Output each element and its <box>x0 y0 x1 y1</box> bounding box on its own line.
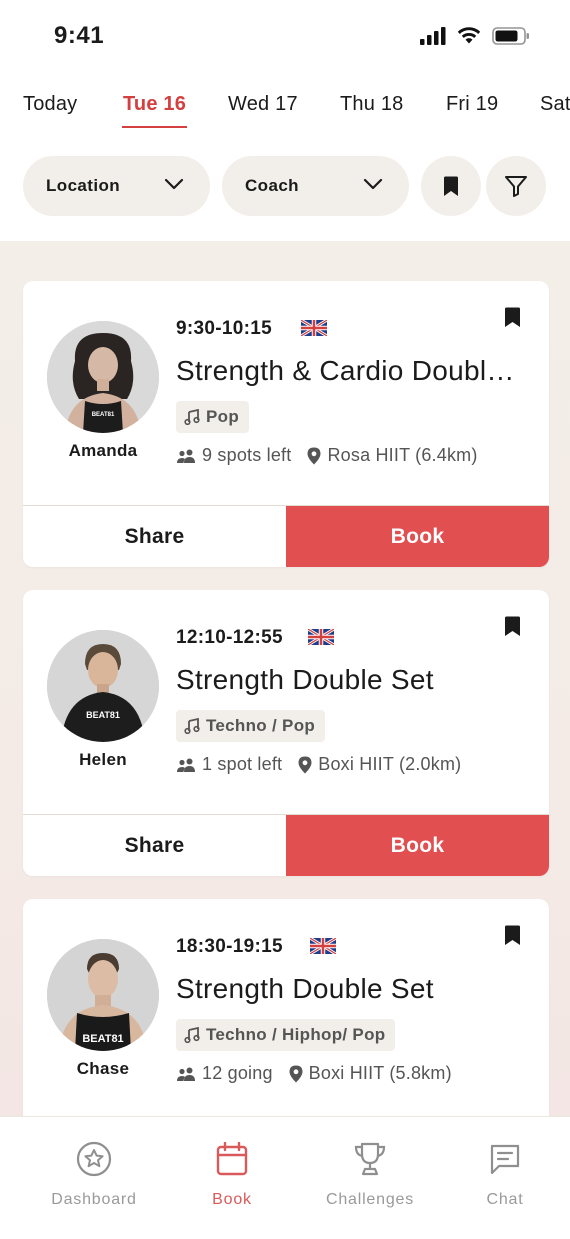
coach-avatar: BEAT81 <box>47 939 159 1051</box>
date-tab-tue-16[interactable]: Tue 16 <box>121 93 188 128</box>
tab-label: Challenges <box>325 1191 415 1208</box>
bookmark-icon[interactable] <box>504 307 521 328</box>
date-tabs: Today Tue 16 Wed 17 Thu 18 Fri 19 Sat <box>0 84 570 134</box>
spots-left: 9 spots left <box>202 445 292 465</box>
tab-chat[interactable]: Chat <box>472 1117 538 1239</box>
location-pin-icon <box>307 447 321 465</box>
location-filter-label: Location <box>46 176 121 195</box>
chat-icon <box>489 1139 521 1179</box>
class-time: 18:30-19:15 <box>176 936 283 957</box>
bookmark-icon[interactable] <box>504 925 521 946</box>
class-meta: 12 going Boxi HIIT (5.8km) <box>176 1063 452 1084</box>
tab-label: Dashboard <box>51 1191 137 1208</box>
trophy-icon <box>353 1139 387 1179</box>
class-time: 9:30-10:15 <box>176 318 272 339</box>
date-tab-wed-17[interactable]: Wed 17 <box>228 93 298 116</box>
location-filter[interactable]: Location <box>23 156 210 216</box>
music-genre-tag: Techno / Pop <box>176 710 326 742</box>
coach-filter[interactable]: Coach <box>222 156 409 216</box>
coach-avatar: BEAT81 <box>47 321 159 433</box>
date-tab-fri-19[interactable]: Fri 19 <box>446 93 498 116</box>
class-time: 12:10-12:55 <box>176 627 283 648</box>
date-tab-today[interactable]: Today <box>23 93 77 116</box>
svg-text:BEAT81: BEAT81 <box>82 1033 123 1045</box>
uk-flag-icon <box>310 938 336 954</box>
people-icon <box>176 449 196 463</box>
calendar-icon <box>216 1139 248 1179</box>
filter-bar: Location Coach <box>0 156 570 216</box>
class-title: Strength & Cardio Double Set <box>176 355 526 386</box>
tab-label: Book <box>212 1191 252 1208</box>
bookmark-icon[interactable] <box>504 616 521 637</box>
card-actions: Share Book <box>23 814 549 876</box>
tab-challenges[interactable]: Challenges <box>318 1117 422 1239</box>
coach-photo-helen: BEAT81 <box>47 630 159 742</box>
coach-avatar: BEAT81 <box>47 630 159 742</box>
spots-left: 1 spot left <box>202 754 283 774</box>
attendee-count: 12 going <box>202 1063 273 1083</box>
people-icon <box>176 1067 196 1081</box>
music-note-icon <box>184 718 200 734</box>
class-meta: 9 spots left Rosa HIIT (6.4km) <box>176 445 478 466</box>
svg-text:BEAT81: BEAT81 <box>92 412 115 418</box>
bottom-tab-bar: Dashboard Book Challenges Chat <box>0 1116 570 1239</box>
people-icon <box>176 758 196 772</box>
location-pin-icon <box>298 756 312 774</box>
uk-flag-icon <box>301 320 327 336</box>
location-pin-icon <box>289 1065 303 1083</box>
class-feed: BEAT81 Amanda 9:30-10:15 Strength & Card… <box>0 241 570 1116</box>
status-bar: 9:41 <box>0 0 570 70</box>
tab-label: Chat <box>486 1191 524 1208</box>
music-genre-tag: Techno / Hiphop/ Pop <box>176 1019 396 1051</box>
date-tab-sat[interactable]: Sat <box>540 93 570 116</box>
music-note-icon <box>184 1027 200 1043</box>
studio-location: Rosa HIIT (6.4km) <box>327 445 478 465</box>
cellular-signal-icon <box>420 26 446 45</box>
coach-name: Amanda <box>68 441 138 460</box>
studio-location: Boxi HIIT (5.8km) <box>308 1063 452 1083</box>
class-meta: 1 spot left Boxi HIIT (2.0km) <box>176 754 461 775</box>
chevron-down-icon <box>164 178 184 190</box>
music-genre-label: Pop <box>206 407 240 426</box>
bookmark-icon <box>444 176 458 196</box>
status-icons <box>420 26 530 45</box>
music-note-icon <box>184 409 200 425</box>
tab-book[interactable]: Book <box>192 1117 272 1239</box>
filter-funnel-icon <box>505 176 527 197</box>
battery-icon <box>492 26 529 45</box>
class-title: Strength Double Set <box>176 664 434 695</box>
studio-location: Boxi HIIT (2.0km) <box>318 754 462 774</box>
chevron-down-icon <box>363 178 383 190</box>
uk-flag-icon <box>308 629 334 645</box>
star-circle-icon <box>76 1139 112 1179</box>
saved-filter-button[interactable] <box>421 156 481 216</box>
coach-name: Helen <box>79 750 127 769</box>
class-card[interactable]: BEAT81 Helen 12:10-12:55 Strength Double… <box>23 590 549 876</box>
coach-photo-amanda: BEAT81 <box>47 321 159 433</box>
music-genre-tag: Pop <box>176 401 250 433</box>
class-card[interactable]: BEAT81 Chase 18:30-19:15 Strength Double… <box>23 899 549 1116</box>
share-button[interactable]: Share <box>23 815 286 876</box>
coach-filter-label: Coach <box>245 176 299 195</box>
tab-dashboard[interactable]: Dashboard <box>44 1117 144 1239</box>
book-button[interactable]: Book <box>286 506 549 567</box>
class-card[interactable]: BEAT81 Amanda 9:30-10:15 Strength & Card… <box>23 281 549 567</box>
class-title: Strength Double Set <box>176 973 434 1004</box>
wifi-icon <box>457 27 481 44</box>
filter-button[interactable] <box>486 156 546 216</box>
book-button[interactable]: Book <box>286 815 549 876</box>
music-genre-label: Techno / Hiphop/ Pop <box>206 1025 386 1044</box>
coach-name: Chase <box>76 1059 130 1078</box>
date-tab-thu-18[interactable]: Thu 18 <box>340 93 403 116</box>
share-button[interactable]: Share <box>23 506 286 567</box>
coach-photo-chase: BEAT81 <box>47 939 159 1051</box>
svg-text:BEAT81: BEAT81 <box>86 710 120 720</box>
status-time: 9:41 <box>54 22 105 49</box>
card-actions: Share Book <box>23 505 549 567</box>
music-genre-label: Techno / Pop <box>206 716 316 735</box>
